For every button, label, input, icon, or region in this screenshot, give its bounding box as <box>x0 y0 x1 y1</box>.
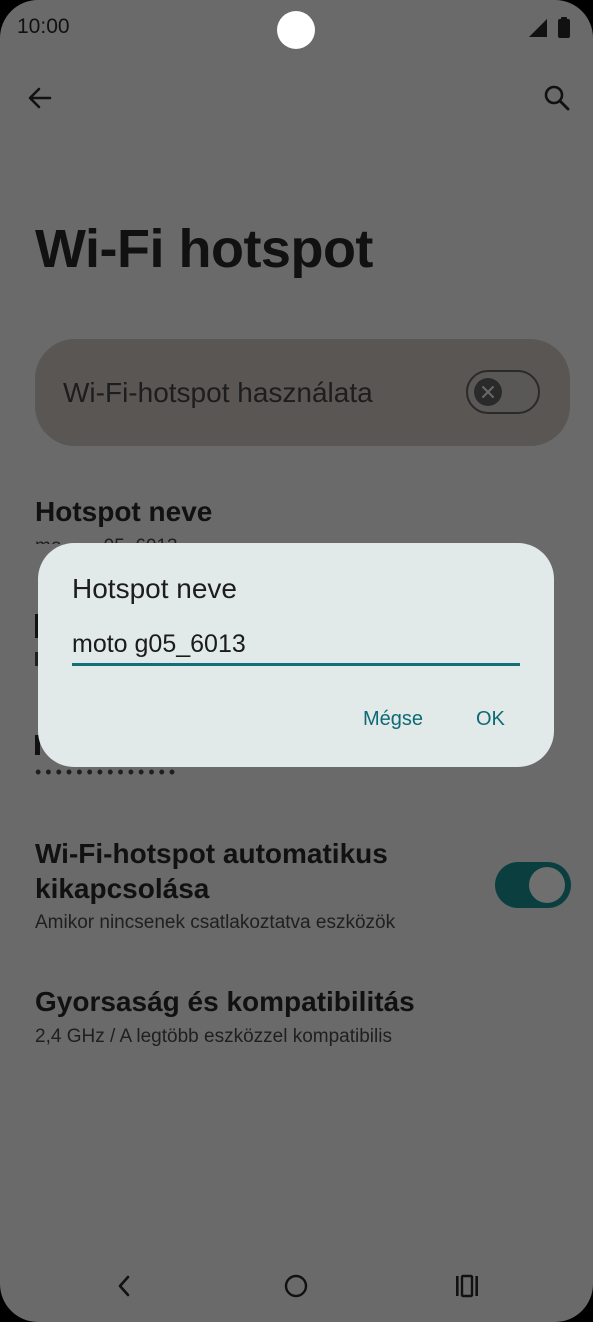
ok-button[interactable]: OK <box>476 708 505 731</box>
phone-screen: 10:00 Wi-Fi hotspot Wi-Fi-hotspot haszná… <box>0 0 593 1322</box>
use-hotspot-toggle-row[interactable]: Wi-Fi-hotspot használata <box>35 339 570 446</box>
nav-home-icon <box>284 1274 308 1298</box>
hotspot-name-input[interactable] <box>72 625 520 666</box>
speed-compat-title[interactable]: Gyorsaság és kompatibilitás <box>35 986 415 1018</box>
cancel-button[interactable]: Mégse <box>363 708 423 731</box>
nav-back-button[interactable] <box>101 1262 149 1310</box>
nav-recents-button[interactable] <box>443 1262 491 1310</box>
search-icon <box>544 85 570 111</box>
arrow-back-icon <box>28 87 52 109</box>
nav-home-button[interactable] <box>272 1262 320 1310</box>
nav-recents-icon <box>456 1274 478 1298</box>
switch-on-thumb <box>529 867 565 903</box>
cellular-signal-icon <box>529 19 547 37</box>
speed-compat-subtitle: 2,4 GHz / A legtöbb eszközzel kompatibil… <box>35 1026 392 1047</box>
page-title: Wi-Fi hotspot <box>35 219 373 279</box>
status-bar: 10:00 <box>0 0 593 58</box>
switch-off-thumb <box>474 378 502 406</box>
nav-back-icon <box>118 1275 130 1297</box>
auto-off-switch[interactable] <box>495 862 571 908</box>
use-hotspot-label: Wi-Fi-hotspot használata <box>63 377 373 408</box>
dialog-title: Hotspot neve <box>72 573 237 604</box>
front-camera-cutout <box>277 11 315 49</box>
hotspot-name-title[interactable]: Hotspot neve <box>35 496 212 528</box>
auto-off-subtitle: Amikor nincsenek csatlakoztatva eszközök <box>35 912 396 933</box>
auto-off-title-line1[interactable]: Wi-Fi-hotspot automatikus <box>35 838 388 870</box>
auto-off-title-line2[interactable]: kikapcsolása <box>35 873 209 905</box>
use-hotspot-switch[interactable] <box>466 370 540 414</box>
status-time: 10:00 <box>17 15 70 38</box>
close-icon <box>482 386 494 398</box>
battery-icon <box>558 17 570 38</box>
back-button[interactable] <box>16 74 64 122</box>
hotspot-name-dialog: Hotspot neve Mégse OK <box>38 543 554 767</box>
search-button[interactable] <box>533 74 581 122</box>
